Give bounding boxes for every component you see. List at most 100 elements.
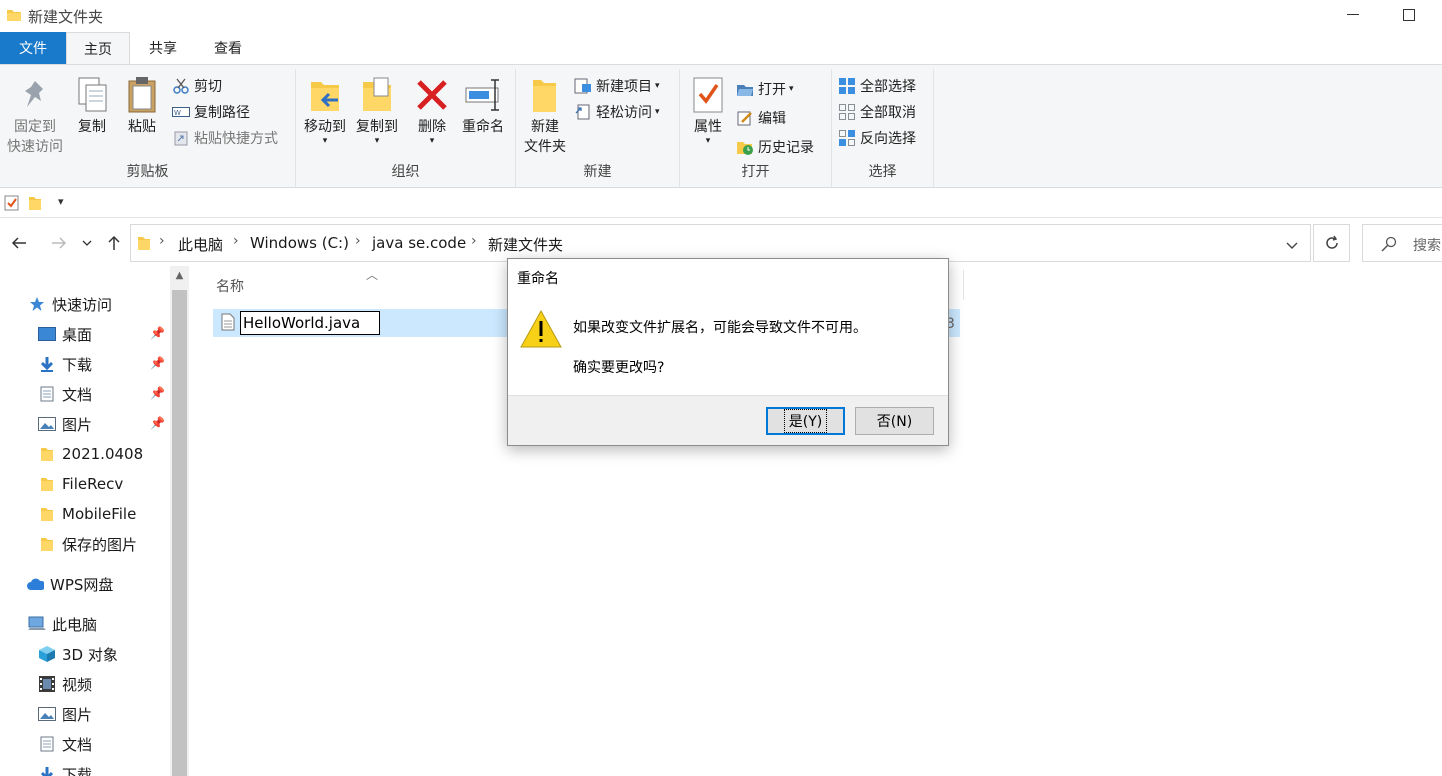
select-none-icon	[838, 103, 856, 121]
tab-share[interactable]: 共享	[136, 32, 190, 64]
properties-small-icon[interactable]	[4, 195, 20, 215]
sidebar-scroll-thumb[interactable]	[172, 290, 187, 776]
address-bar[interactable]: › 此电脑 › Windows (C:) › java se.code › 新建…	[130, 224, 1311, 262]
edit-button[interactable]: 编辑	[736, 106, 786, 130]
refresh-icon	[1325, 235, 1338, 249]
tab-view[interactable]: 查看	[200, 32, 256, 64]
breadcrumb-chevron-icon[interactable]: ›	[159, 233, 165, 249]
pin-icon	[17, 75, 53, 115]
quick-access-toolbar: ▾	[0, 190, 1442, 218]
no-button[interactable]: 否(N)	[855, 407, 934, 435]
search-box[interactable]: 搜索	[1362, 224, 1442, 262]
sidebar-item-pictures[interactable]: 图片	[38, 410, 92, 438]
cut-button[interactable]: 剪切	[172, 74, 222, 98]
copy-to-button[interactable]: 复制到 ▾	[352, 75, 402, 146]
refresh-button[interactable]	[1313, 224, 1350, 262]
pin-icon[interactable]: 📌	[150, 356, 165, 370]
rename-icon	[465, 75, 501, 115]
scroll-up-icon[interactable]: ▲	[172, 270, 187, 286]
sort-ascending-icon: ︿	[366, 268, 379, 282]
warning-icon	[520, 309, 562, 353]
sidebar-item-quick-access[interactable]: 快速访问	[28, 290, 112, 318]
breadcrumb-chevron-icon[interactable]: ›	[355, 233, 361, 249]
paste-shortcut-icon	[172, 129, 190, 147]
copy-button[interactable]: 复制	[70, 75, 114, 137]
column-divider[interactable]	[963, 270, 964, 300]
properties-button[interactable]: 属性 ▾	[684, 75, 732, 146]
sidebar-item-documents[interactable]: 文档	[38, 380, 92, 408]
rename-input[interactable]: HelloWorld.java	[240, 311, 380, 335]
new-folder-small-icon[interactable]	[28, 195, 42, 215]
sidebar-item-folder-2021-0408[interactable]: 2021.0408	[38, 440, 143, 468]
sidebar-item-pc-documents[interactable]: 文档	[38, 730, 92, 758]
paste-button[interactable]: 粘贴	[120, 75, 164, 137]
sidebar-item-folder-saved-pictures[interactable]: 保存的图片	[38, 530, 137, 558]
back-arrow-icon[interactable]	[8, 230, 30, 256]
copy-path-button[interactable]: W 复制路径	[172, 100, 250, 124]
sidebar-item-desktop[interactable]: 桌面	[38, 320, 92, 348]
pin-icon[interactable]: 📌	[150, 326, 165, 340]
organize-group-label: 组织	[391, 164, 420, 180]
pin-quick-access-button[interactable]: 固定到 快速访问	[4, 75, 66, 157]
star-icon	[28, 295, 46, 313]
breadcrumb-new-folder[interactable]: 新建文件夹	[488, 234, 563, 255]
customize-toolbar-icon[interactable]: ▾	[58, 195, 64, 208]
sidebar-item-wps-cloud[interactable]: WPS网盘	[26, 570, 113, 598]
properties-check-icon	[690, 75, 726, 115]
paste-shortcut-button[interactable]: 粘贴快捷方式	[172, 126, 278, 150]
new-folder-icon	[527, 75, 563, 115]
maximize-button[interactable]	[1386, 0, 1432, 30]
dialog-title: 重命名	[517, 271, 559, 287]
search-placeholder: 搜索	[1413, 238, 1441, 254]
navigation-pane: 快速访问 桌面 📌 下载 📌 文档 📌 图片 📌 2021.0408 FileR…	[0, 266, 189, 776]
easy-access-button[interactable]: 轻松访问 ▾	[574, 100, 660, 124]
history-button[interactable]: 历史记录	[736, 135, 814, 159]
open-button[interactable]: 打开 ▾	[736, 77, 794, 101]
breadcrumb-chevron-icon[interactable]: ›	[233, 233, 239, 249]
new-folder-button[interactable]: 新建 文件夹	[520, 75, 570, 157]
dialog-question: 确实要更改吗?	[573, 360, 665, 376]
breadcrumb-chevron-icon[interactable]: ›	[471, 233, 477, 249]
picture-icon	[38, 705, 56, 723]
move-to-button[interactable]: 移动到 ▾	[300, 75, 350, 146]
pin-icon[interactable]: 📌	[150, 416, 165, 430]
sidebar-item-folder-mobilefile[interactable]: MobileFile	[38, 500, 136, 528]
sidebar-item-this-pc[interactable]: 此电脑	[28, 610, 97, 638]
delete-button[interactable]: 删除 ▾	[410, 75, 454, 146]
up-arrow-icon[interactable]	[103, 230, 125, 256]
cube-icon	[38, 645, 56, 663]
breadcrumb-this-pc[interactable]: 此电脑	[178, 234, 223, 255]
recent-locations-icon[interactable]	[78, 230, 96, 256]
new-item-button[interactable]: 新建项目 ▾	[574, 74, 660, 98]
forward-arrow-icon[interactable]	[48, 230, 70, 256]
sidebar-item-pc-pictures[interactable]: 图片	[38, 700, 92, 728]
delete-x-icon	[414, 75, 450, 115]
move-to-dropdown-icon: ▾	[322, 136, 328, 146]
select-none-button[interactable]: 全部取消	[838, 100, 916, 124]
tab-file[interactable]: 文件	[0, 32, 66, 64]
address-folder-icon	[137, 235, 151, 255]
minimize-button[interactable]	[1330, 0, 1376, 30]
sidebar-item-3d-objects[interactable]: 3D 对象	[38, 640, 118, 668]
folder-icon	[38, 445, 56, 463]
select-all-button[interactable]: 全部选择	[838, 74, 916, 98]
computer-icon	[28, 615, 46, 633]
yes-button[interactable]: 是(Y)	[766, 407, 845, 435]
sidebar-item-videos[interactable]: 视频	[38, 670, 92, 698]
breadcrumb-windows-c[interactable]: Windows (C:)	[250, 234, 349, 252]
document-icon	[38, 735, 56, 753]
copy-icon	[74, 75, 110, 115]
open-dropdown-icon: ▾	[789, 84, 794, 94]
tab-home[interactable]: 主页	[66, 32, 130, 65]
pin-icon[interactable]: 📌	[150, 386, 165, 400]
sidebar-item-downloads[interactable]: 下载	[38, 350, 92, 378]
open-group: 属性 ▾ 打开 ▾ 编辑 历史记录 打开	[680, 69, 832, 187]
sidebar-item-pc-downloads[interactable]: 下载	[38, 760, 92, 776]
rename-button[interactable]: 重命名	[458, 75, 508, 137]
column-header-name[interactable]: 名称	[216, 276, 244, 296]
sidebar-item-folder-filerecv[interactable]: FileRecv	[38, 470, 123, 498]
address-dropdown-icon[interactable]	[1286, 238, 1298, 254]
invert-selection-button[interactable]: 反向选择	[838, 126, 916, 150]
new-group-label: 新建	[583, 164, 612, 180]
breadcrumb-java-se-code[interactable]: java se.code	[372, 234, 466, 252]
